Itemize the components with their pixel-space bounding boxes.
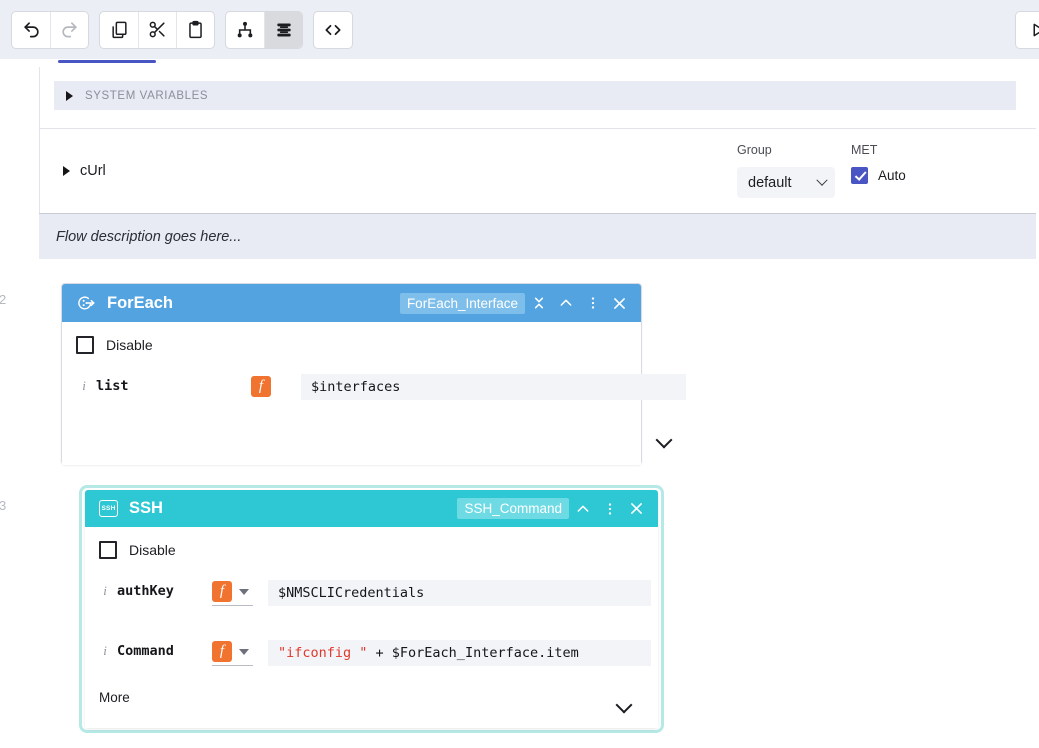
copy-icon: [111, 21, 127, 39]
param-label-list: list: [96, 378, 129, 394]
undo-button[interactable]: [12, 12, 50, 48]
toolbar-group-code: [313, 10, 353, 49]
param-value-command-string: "ifconfig ": [278, 645, 368, 661]
node-body-foreach: Disable i list f $interfaces: [62, 322, 686, 465]
met-caption: MET: [851, 143, 878, 157]
expand-triangle-icon: [66, 90, 73, 101]
ssh-terminal-icon: SSH: [99, 500, 118, 517]
function-mode-badge[interactable]: f: [251, 376, 271, 397]
toolbar-group-history: [11, 10, 89, 49]
node-instance-name-ssh[interactable]: SSH_Command: [457, 498, 569, 519]
node-instance-name-foreach[interactable]: ForEach_Interface: [399, 292, 525, 314]
param-value-command-expr: + $ForEach_Interface.item: [367, 645, 579, 661]
disable-label-ssh: Disable: [129, 542, 176, 558]
param-label-command: Command: [117, 643, 174, 659]
node-body-ssh: Disable i authKey f $NMSCLICredentials i…: [85, 527, 658, 728]
clipboard-icon: [189, 20, 202, 39]
param-row-list: i list: [79, 378, 129, 394]
flow-description-text: Flow description goes here...: [56, 228, 242, 245]
function-mode-badge[interactable]: f: [212, 641, 232, 662]
chevron-down-icon: [816, 174, 828, 186]
disable-checkbox-ssh[interactable]: [99, 541, 117, 559]
list-view-button[interactable]: [264, 11, 302, 48]
curl-section[interactable]: cUrl: [63, 163, 106, 179]
param-value-authkey[interactable]: $NMSCLICredentials: [268, 580, 651, 606]
close-icon[interactable]: [606, 288, 633, 318]
param-value-list[interactable]: $interfaces: [301, 374, 686, 400]
info-icon[interactable]: i: [100, 583, 110, 599]
curl-row: cUrl Group default MET Auto: [40, 129, 1039, 213]
copy-button[interactable]: [100, 12, 138, 48]
disable-label-foreach: Disable: [106, 337, 153, 353]
node-card-foreach[interactable]: ForEach ForEach_Interface Disable i list…: [61, 283, 686, 465]
group-field: Group default: [737, 143, 835, 198]
main-toolbar: [0, 0, 1039, 59]
group-caption: Group: [737, 143, 772, 157]
disable-row-foreach: Disable: [62, 322, 641, 354]
foreach-loop-icon: [78, 296, 95, 310]
scissors-icon: [149, 21, 165, 38]
collapse-all-icon[interactable]: [525, 288, 552, 318]
close-icon[interactable]: [623, 494, 650, 524]
met-auto-row: Auto: [851, 167, 906, 184]
redo-button[interactable]: [50, 11, 88, 48]
step-number-foreach: 2: [0, 292, 7, 307]
redo-icon: [62, 22, 77, 38]
param-value-command[interactable]: "ifconfig " + $ForEach_Interface.item: [268, 640, 651, 666]
more-options-icon[interactable]: [596, 494, 623, 524]
param-mode-authkey[interactable]: f: [212, 581, 253, 606]
node-title-ssh: SSH: [129, 499, 163, 517]
group-select-value: default: [748, 174, 792, 191]
info-icon[interactable]: i: [79, 378, 89, 394]
active-tab-indicator: [58, 60, 156, 63]
sitemap-icon: [237, 21, 253, 37]
chevron-down-icon[interactable]: [239, 588, 249, 595]
undo-icon: [23, 22, 39, 38]
play-icon: [1033, 23, 1039, 37]
expand-more-chevron-foreach[interactable]: [655, 431, 673, 449]
step-number-ssh: 3: [0, 498, 7, 513]
toolbar-group-clipboard: [99, 10, 215, 49]
toolbar-group-view-mode: [225, 10, 303, 49]
chevron-up-icon[interactable]: [569, 494, 596, 524]
node-header-ssh: SSH SSH SSH_Command: [85, 490, 658, 527]
stacked-list-icon: [276, 23, 291, 36]
paste-button[interactable]: [176, 11, 214, 48]
code-brackets-icon: [325, 24, 341, 35]
system-variables-label: SYSTEM VARIABLES: [85, 89, 209, 102]
curl-label: cUrl: [80, 163, 106, 179]
param-row-command: i Command: [100, 643, 174, 659]
node-header-foreach: ForEach ForEach_Interface: [62, 284, 641, 322]
param-label-authkey: authKey: [117, 583, 174, 599]
disable-checkbox-foreach[interactable]: [76, 336, 94, 354]
group-select[interactable]: default: [737, 167, 835, 198]
met-auto-checkbox[interactable]: [851, 167, 868, 184]
param-mode-list[interactable]: f: [251, 376, 271, 397]
flow-editor-screen: SYSTEM VARIABLES cUrl Group default MET …: [0, 0, 1039, 748]
run-button[interactable]: [1015, 11, 1039, 49]
met-auto-label: Auto: [878, 168, 906, 183]
flow-header-panel: SYSTEM VARIABLES cUrl Group default MET …: [39, 67, 1039, 213]
more-toggle-ssh[interactable]: More: [99, 690, 130, 705]
flow-description[interactable]: Flow description goes here...: [39, 213, 1039, 259]
chevron-up-icon[interactable]: [552, 288, 579, 318]
param-mode-command[interactable]: f: [212, 641, 253, 666]
node-title-foreach: ForEach: [107, 293, 174, 312]
param-row-authkey: i authKey: [100, 583, 174, 599]
function-mode-badge[interactable]: f: [212, 581, 232, 602]
node-card-ssh[interactable]: SSH SSH SSH_Command Disable i authKey f …: [85, 490, 658, 728]
more-options-icon[interactable]: [579, 288, 606, 318]
expand-triangle-icon: [63, 166, 70, 176]
met-field: MET Auto: [851, 143, 906, 184]
cut-button[interactable]: [138, 11, 176, 48]
expand-more-chevron-ssh[interactable]: [615, 696, 633, 714]
system-variables-section[interactable]: SYSTEM VARIABLES: [54, 81, 1016, 110]
disable-row-ssh: Disable: [85, 527, 658, 559]
info-icon[interactable]: i: [100, 643, 110, 659]
graph-view-button[interactable]: [226, 12, 264, 48]
chevron-down-icon[interactable]: [239, 648, 249, 655]
code-view-button[interactable]: [314, 12, 352, 48]
